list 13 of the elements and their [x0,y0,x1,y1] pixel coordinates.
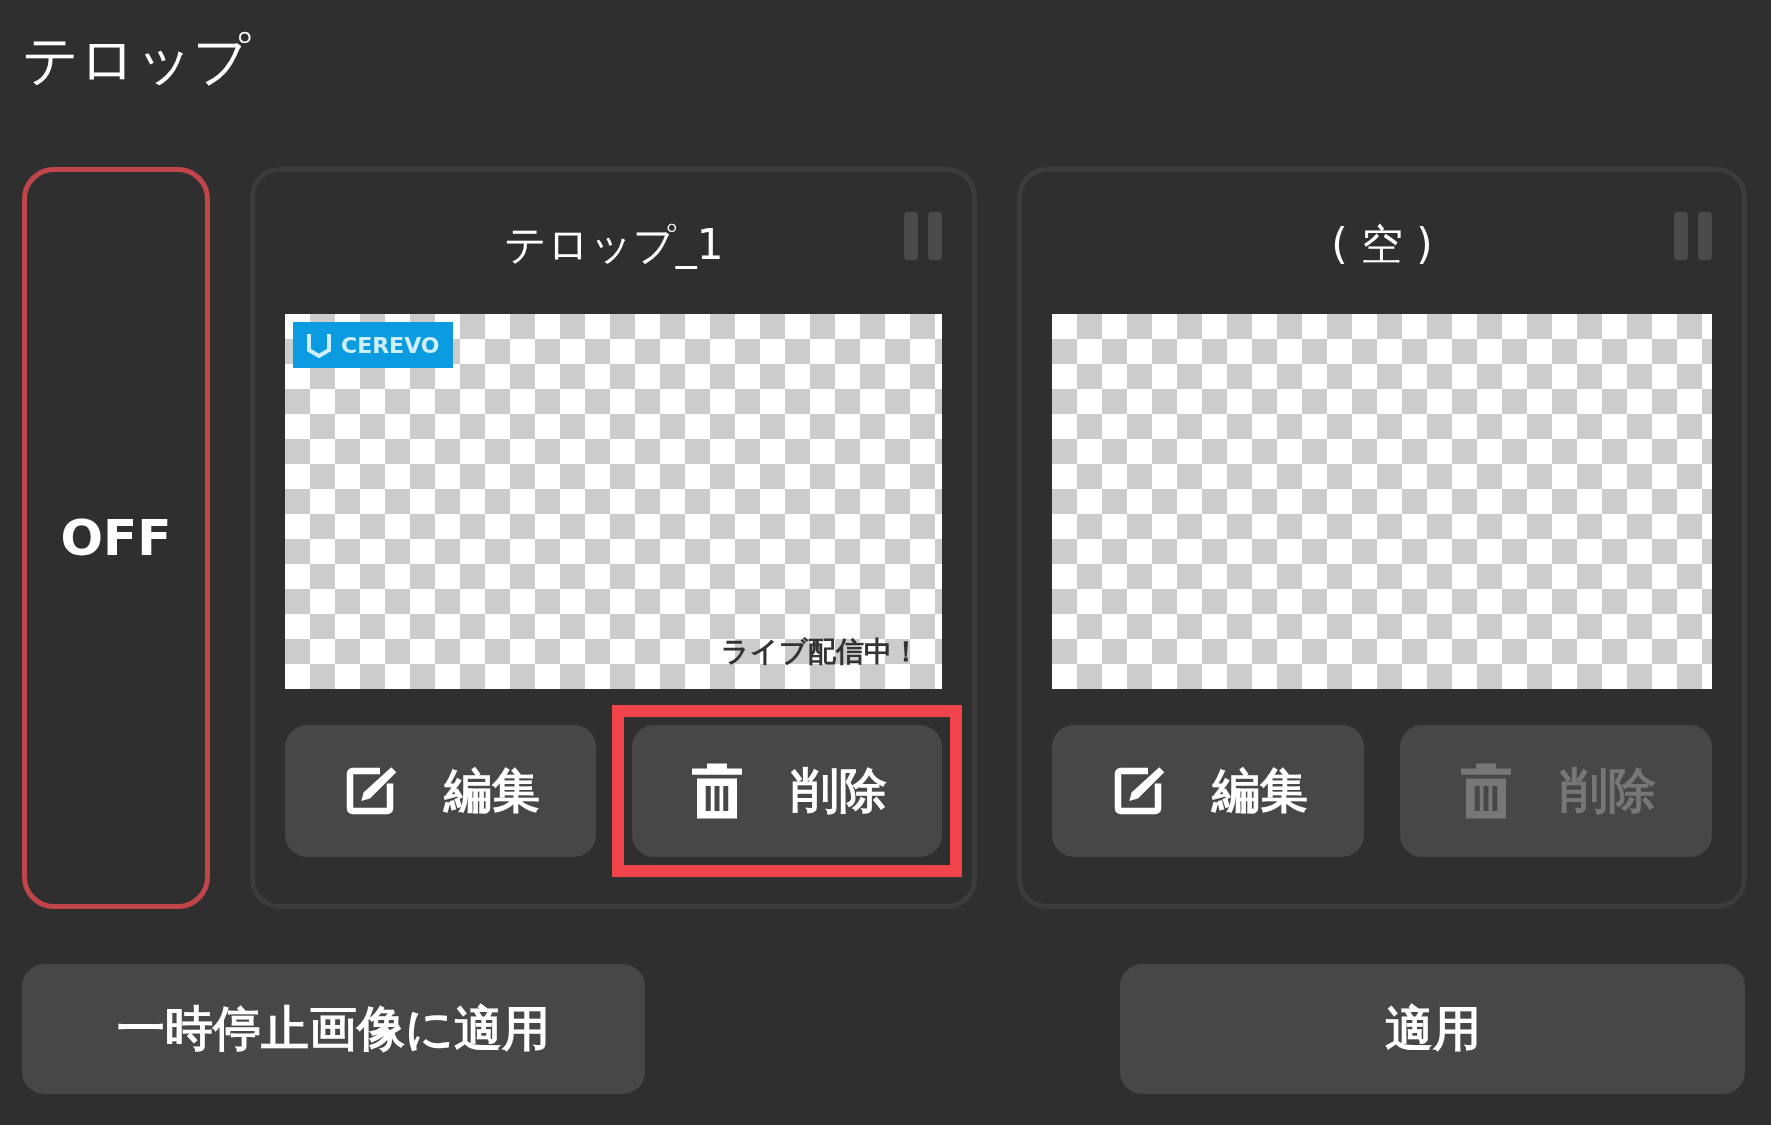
telop-name: ( 空 ) [1331,219,1433,272]
edit-button[interactable]: 編集 [285,725,596,858]
apply-button[interactable]: 適用 [1120,964,1745,1095]
delete-button[interactable]: 削除 [631,725,942,858]
panel-title: テロップ [22,26,250,94]
drag-handle-icon[interactable] [904,212,942,261]
telop-name: テロップ_1 [503,219,724,272]
edit-button[interactable]: 編集 [1052,725,1364,858]
drag-handle-icon[interactable] [1674,212,1712,261]
preview-caption: ライブ配信中！ [721,634,920,671]
logo-badge: CEREVO [293,322,454,369]
apply-button[interactable]: 一時停止画像に適用 [22,964,645,1095]
toggle-button[interactable]: OFF [22,167,210,910]
